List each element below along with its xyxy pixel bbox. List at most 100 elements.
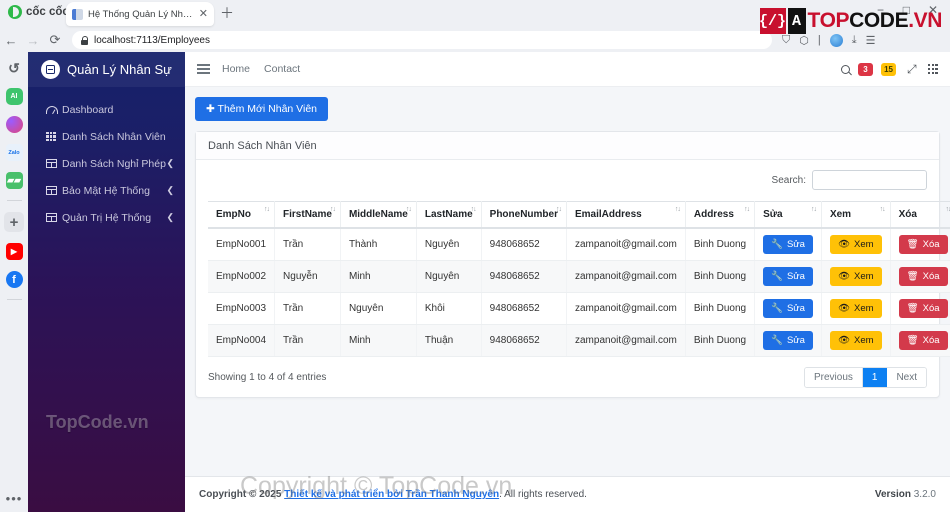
delete-button[interactable]: 🗑 Xóa [898, 299, 948, 318]
history-icon[interactable]: ↺ [6, 60, 23, 77]
sidebar-brand[interactable]: Quản Lý Nhân Sự [28, 52, 185, 87]
sort-icon: ↑↓ [674, 206, 681, 213]
browser-tab-active[interactable]: Hệ Thống Quản Lý Nhân Sự ✕ [66, 2, 214, 26]
column-header-phonenumber[interactable]: PhoneNumber ↑↓ [481, 201, 568, 229]
reload-button[interactable]: ⟳ [44, 32, 66, 48]
search-icon[interactable] [841, 64, 851, 74]
edit-button[interactable]: 🔧 Sửa [763, 299, 813, 318]
tab-favicon-icon [72, 8, 83, 20]
tab-close-icon[interactable]: ✕ [199, 8, 208, 20]
app-sidebar: Quản Lý Nhân Sự Dashboard Danh Sách Nhân… [28, 52, 185, 512]
add-employee-button[interactable]: ✚ Thêm Mới Nhân Viên [195, 97, 329, 121]
sort-icon: ↑↓ [945, 206, 950, 213]
sidebar-toggle-icon[interactable] [197, 64, 210, 74]
column-label: FirstName [283, 209, 332, 220]
sidebar-item-employee-list[interactable]: Danh Sách Nhân Viên [28, 123, 185, 150]
messenger-icon[interactable] [5, 116, 23, 133]
delete-button-label: Xóa [922, 271, 940, 282]
topcode-badge-left-icon: {/} [759, 8, 786, 34]
column-header-delete[interactable]: Xóa ↑↓ [890, 201, 950, 229]
address-bar-url: localhost:7113/Employees [94, 34, 210, 46]
column-header-view[interactable]: Xem ↑↓ [821, 201, 891, 229]
view-button-label: Xem [854, 271, 874, 282]
footer-version: Version 3.2.0 [875, 489, 936, 500]
topcode-watermark-logo: {/} A TOPCODE.VN [759, 8, 942, 34]
view-button[interactable]: 👁 Xem [829, 267, 882, 286]
new-tab-button[interactable]: ＋ [220, 6, 234, 20]
topcode-badge-right-icon: A [787, 8, 806, 34]
download-icon[interactable]: ⤓ [852, 34, 857, 47]
search-label: Search: [771, 174, 806, 186]
rail-more-icon[interactable]: ••• [6, 491, 23, 506]
cell-view-button: 👁 Xem [821, 260, 891, 293]
sidebar-item-leave-list[interactable]: Danh Sách Nghỉ Phép ❮ [28, 150, 185, 177]
sort-icon: ↑↓ [810, 206, 817, 213]
wrench-icon: 🔧 [771, 335, 783, 346]
view-button-label: Xem [854, 335, 874, 346]
column-header-lastname[interactable]: LastName ↑↓ [416, 201, 482, 229]
view-button[interactable]: 👁 Xem [829, 331, 882, 350]
sidebar-item-dashboard[interactable]: Dashboard [28, 96, 185, 123]
cell-view-button: 👁 Xem [821, 228, 891, 261]
delete-button[interactable]: 🗑 Xóa [898, 331, 948, 350]
game-icon[interactable]: ▰▰ [5, 172, 23, 189]
facebook-icon[interactable]: f [5, 271, 23, 288]
column-header-middlename[interactable]: MiddleName ↑↓ [340, 201, 417, 229]
cell-firstname: Trần [274, 228, 341, 261]
delete-button-label: Xóa [922, 239, 940, 250]
edit-button[interactable]: 🔧 Sửa [763, 331, 813, 350]
cell-firstname: Trần [274, 292, 341, 325]
footer-credit-link[interactable]: Thiết kế và phát triển bởi Trần Thanh Ng… [284, 489, 499, 500]
sidebar-item-system-security[interactable]: Bảo Mật Hệ Thống ❮ [28, 177, 185, 204]
cell-phonenumber: 948068652 [481, 324, 568, 357]
back-button[interactable]: ← [0, 33, 22, 48]
pagination-page-1[interactable]: 1 [862, 368, 888, 387]
nav-link-home[interactable]: Home [222, 63, 250, 75]
column-header-firstname[interactable]: FirstName ↑↓ [274, 201, 341, 229]
pagination-next[interactable]: Next [887, 368, 926, 387]
apps-grid-icon[interactable] [927, 63, 938, 75]
zalo-icon[interactable]: Zalo [5, 144, 23, 161]
delete-button-label: Xóa [922, 303, 940, 314]
nav-link-contact[interactable]: Contact [264, 63, 300, 75]
edit-button-label: Sửa [786, 303, 805, 314]
search-input[interactable] [812, 170, 927, 190]
edit-button[interactable]: 🔧 Sửa [763, 267, 813, 286]
eye-icon: 👁 [837, 303, 851, 314]
ai-icon[interactable]: AI [5, 88, 23, 105]
edit-button[interactable]: 🔧 Sửa [763, 235, 813, 254]
puzzle-icon[interactable]: ⬡ [799, 34, 809, 47]
notification-badge-red[interactable]: 3 [858, 62, 874, 76]
forward-button[interactable]: → [22, 33, 44, 48]
shield-icon[interactable]: ⛉ [782, 34, 790, 47]
column-header-edit[interactable]: Sửa ↑↓ [754, 201, 822, 229]
column-header-address[interactable]: Address ↑↓ [685, 201, 756, 229]
profile-avatar[interactable] [829, 33, 843, 47]
table-row: EmpNo001 Trần Thành Nguyên 948068652 zampanoi… [208, 228, 950, 261]
delete-button[interactable]: 🗑 Xóa [898, 267, 948, 286]
table-body: EmpNo001 Trần Thành Nguyên 948068652 zampanoi… [208, 228, 950, 357]
cell-empno: EmpNo002 [208, 260, 276, 293]
notification-badge-yellow[interactable]: 15 [881, 62, 897, 76]
add-shortcut-icon[interactable]: + [4, 212, 24, 232]
sort-icon: ↑↓ [744, 206, 750, 213]
youtube-icon[interactable]: ▶ [5, 243, 23, 260]
chevron-left-icon: ❮ [166, 185, 174, 195]
cell-delete-button: 🗑 Xóa [890, 228, 950, 261]
browser-menu-icon[interactable]: ☰ [866, 34, 876, 47]
delete-button[interactable]: 🗑 Xóa [898, 235, 948, 254]
footer-version-value: 3.2.0 [913, 489, 936, 500]
column-header-emailaddress[interactable]: EmailAddress ↑↓ [566, 201, 686, 229]
view-button[interactable]: 👁 Xem [829, 235, 882, 254]
address-bar[interactable]: localhost:7113/Employees [72, 31, 772, 49]
eye-icon: 👁 [837, 239, 851, 250]
sidebar-item-system-admin[interactable]: Quản Trị Hệ Thống ❮ [28, 204, 185, 231]
cell-empno: EmpNo004 [208, 324, 276, 357]
pagination-previous[interactable]: Previous [804, 368, 863, 387]
view-button[interactable]: 👁 Xem [829, 299, 882, 318]
table-row: EmpNo003 Trần Nguyên Khôi 948068652 zampanoit… [208, 292, 950, 325]
edit-button-label: Sửa [786, 335, 805, 346]
app-topbar: Home Contact 3 15 ⤢ [185, 52, 950, 87]
fullscreen-icon[interactable]: ⤢ [907, 62, 917, 77]
column-header-empno[interactable]: EmpNo ↑↓ [208, 201, 276, 229]
